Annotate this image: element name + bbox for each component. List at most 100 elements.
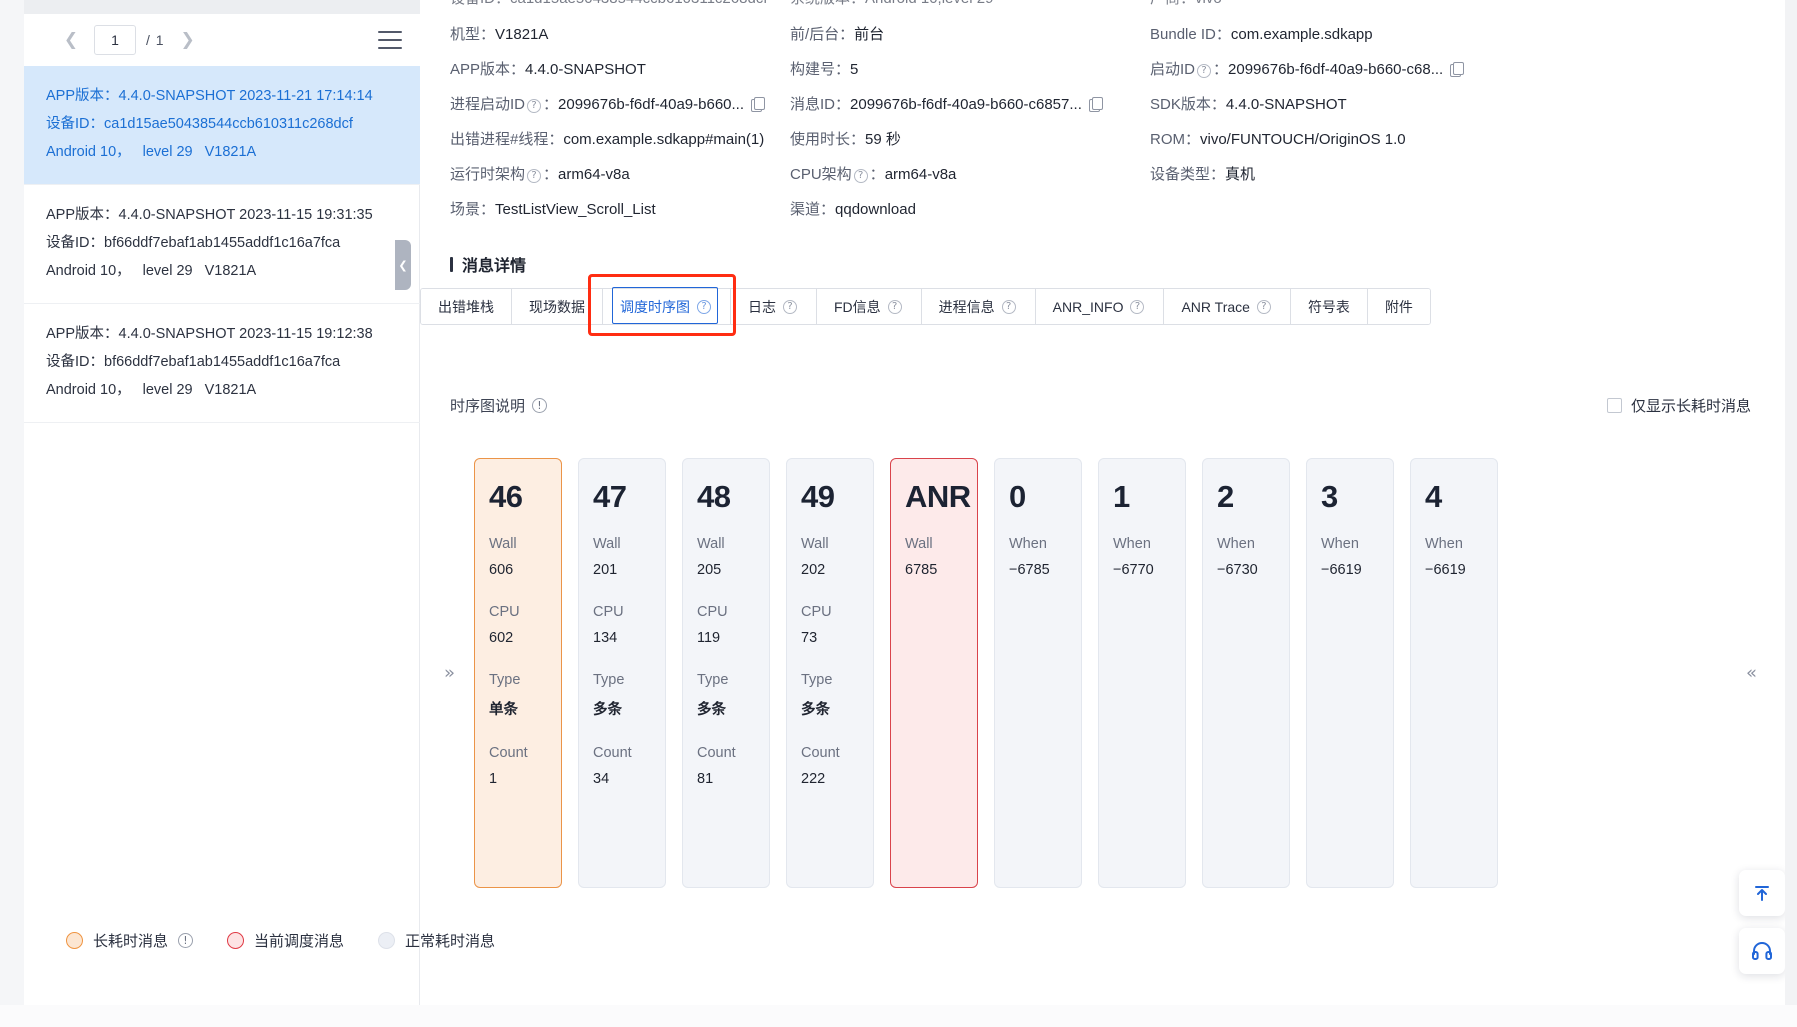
list-item-device-label: 设备ID：: [46, 354, 104, 370]
list-item[interactable]: APP版本：4.4.0-SNAPSHOT 2023-11-15 19:12:38…: [24, 304, 420, 423]
chevron-right-icon[interactable]: ❯: [175, 27, 201, 53]
help-circle-icon[interactable]: ?: [1197, 64, 1212, 78]
help-circle-icon[interactable]: ?: [1256, 299, 1271, 314]
page-number-input[interactable]: 1: [94, 25, 136, 55]
timeline-card[interactable]: 47 Wall 201 CPU 134 Type 多条 Count 34: [578, 458, 666, 888]
timeline-cards-scroll[interactable]: 46 Wall 606 CPU 602 Type 单条 Count 1 47 W…: [474, 458, 1719, 888]
list-item[interactable]: APP版本：4.4.0-SNAPSHOT 2023-11-15 19:31:35…: [24, 185, 420, 304]
field-value-type: 多条: [801, 702, 830, 718]
page-total-value: 1: [155, 32, 165, 48]
timeline-card[interactable]: 4 When −6619: [1410, 458, 1498, 888]
meta-usage-duration-label: 使用时长：: [790, 131, 866, 148]
timeline-card-id: 2: [1217, 479, 1234, 514]
timeline-explain-link[interactable]: 时序图说明 !: [450, 395, 548, 416]
meta-message-id-value: 2099676b-f6df-40a9-b660-c6857...: [850, 96, 1082, 113]
tab-fd-info[interactable]: FD信息?: [817, 289, 922, 324]
list-item-os: Android 10，: [46, 144, 131, 160]
tab-label: ANR_INFO: [1052, 298, 1124, 315]
tab-log[interactable]: 日志?: [731, 289, 817, 324]
timeline-explain-label: 时序图说明: [450, 397, 526, 415]
chevron-left-icon: ❮: [398, 258, 408, 272]
copy-icon[interactable]: [1450, 62, 1465, 77]
double-chevron-left-icon[interactable]: «: [1746, 663, 1757, 684]
meta-clipped-vendor: 厂商：vivo: [1150, 0, 1222, 8]
list-item[interactable]: APP版本：4.4.0-SNAPSHOT 2023-11-21 17:14:14…: [24, 66, 420, 185]
checkbox-box[interactable]: [1606, 397, 1622, 413]
list-menu-icon[interactable]: [378, 31, 402, 49]
timeline-card[interactable]: 3 When −6619: [1306, 458, 1394, 888]
meta-build-number-label: 构建号：: [790, 61, 851, 78]
field-label-cpu: CPU: [801, 604, 832, 620]
info-circle-icon[interactable]: !: [532, 397, 548, 413]
info-circle-icon[interactable]: !: [178, 933, 194, 948]
list-item-app-line: APP版本：4.4.0-SNAPSHOT 2023-11-21 17:14:14: [46, 82, 398, 110]
meta-foreground: 前/后台：前台: [790, 23, 1150, 44]
tab-symbol-table[interactable]: 符号表: [1290, 289, 1368, 324]
timeline-card[interactable]: 0 When −6785: [994, 458, 1082, 888]
list-item-os-line: Android 10， level 29 V1821A: [46, 257, 398, 285]
field-label-when: When: [1321, 536, 1359, 552]
meta-error-process-thread: 出错进程#线程：com.example.sdkapp#main(1): [450, 128, 790, 149]
timeline-toolbar: 时序图说明 ! 仅显示长耗时消息: [450, 392, 1751, 418]
copy-icon[interactable]: [751, 97, 766, 112]
meta-launch-id-value: 2099676b-f6df-40a9-b660-c68...: [1228, 61, 1444, 78]
meta-row: 运行时架构? ：arm64-v8a CPU架构? ：arm64-v8a 设备类型：真…: [450, 156, 1767, 191]
meta-channel: 渠道：qqdownload: [790, 198, 1150, 219]
timeline-card[interactable]: 48 Wall 205 CPU 119 Type 多条 Count 81: [682, 458, 770, 888]
help-circle-icon[interactable]: ?: [887, 299, 902, 314]
meta-bundle-id-label: Bundle ID：: [1150, 26, 1231, 43]
tab-error-stack[interactable]: 出错堆栈: [421, 289, 512, 324]
help-circle-icon[interactable]: ?: [527, 99, 542, 113]
meta-cpu-arch-sep: ：: [869, 166, 885, 183]
timeline-card[interactable]: 2 When −6730: [1202, 458, 1290, 888]
bottom-edge-strip: [0, 1005, 1797, 1027]
list-item-device-label: 设备ID：: [46, 235, 104, 251]
help-circle-icon[interactable]: ?: [697, 299, 711, 314]
help-circle-icon[interactable]: ?: [853, 169, 868, 183]
meta-scene-label: 场景：: [450, 201, 496, 218]
legend-label: 当前调度消息: [254, 933, 345, 950]
tab-process-info[interactable]: 进程信息?: [921, 289, 1036, 324]
double-chevron-right-icon[interactable]: »: [444, 663, 455, 684]
timeline-card-anr[interactable]: ANR Wall 6785: [890, 458, 978, 888]
timeline-card-id: 48: [697, 479, 731, 514]
help-circle-icon[interactable]: ?: [1001, 299, 1016, 314]
only-long-messages-checkbox[interactable]: 仅显示长耗时消息: [1606, 395, 1751, 416]
meta-scene: 场景：TestListView_Scroll_List: [450, 198, 790, 219]
legend-dot-grey-icon: [378, 932, 396, 949]
tab-anr-info[interactable]: ANR_INFO?: [1035, 289, 1165, 324]
tab-attachment[interactable]: 附件: [1367, 289, 1430, 324]
timeline-card[interactable]: 1 When −6770: [1098, 458, 1186, 888]
field-label-type: Type: [593, 672, 625, 688]
field-label-count: Count: [593, 745, 632, 761]
tab-schedule-timeline[interactable]: 调度时序图?: [603, 289, 731, 324]
scroll-to-top-button[interactable]: [1739, 870, 1785, 916]
meta-sdk-version-value: 4.4.0-SNAPSHOT: [1225, 96, 1347, 113]
support-button[interactable]: [1739, 928, 1785, 974]
field-label-count: Count: [489, 745, 528, 761]
tab-anr-trace[interactable]: ANR Trace?: [1164, 289, 1291, 324]
timeline-card[interactable]: 49 Wall 202 CPU 73 Type 多条 Count 222: [786, 458, 874, 888]
sidebar-collapse-handle[interactable]: ❮: [395, 240, 411, 290]
help-circle-icon[interactable]: ?: [1130, 299, 1145, 314]
tab-label: 进程信息: [938, 298, 995, 315]
chevron-left-icon[interactable]: ❮: [58, 27, 84, 53]
meta-row-clipped: 设备ID：ca1d15ae50438544ccb610311c268dcf 系统…: [420, 0, 1797, 16]
meta-model: 机型：V1821A: [450, 23, 790, 44]
tab-scene-data[interactable]: 现场数据: [512, 289, 603, 324]
legend-dot-orange-icon: [66, 932, 83, 949]
meta-app-version-value: 4.4.0-SNAPSHOT: [525, 61, 646, 78]
field-value-type: 多条: [593, 702, 622, 718]
field-label-wall: Wall: [593, 536, 621, 552]
help-circle-icon[interactable]: ?: [527, 169, 542, 183]
meta-clipped-device: 设备ID：ca1d15ae50438544ccb610311c268dcf: [450, 0, 790, 8]
timeline-cards-area: » 46 Wall 606 CPU 602 Type 单条 Count 1 47…: [444, 458, 1779, 888]
timeline-card[interactable]: 46 Wall 606 CPU 602 Type 单条 Count 1: [474, 458, 562, 888]
copy-icon[interactable]: [1088, 97, 1103, 112]
legend-item-current: 当前调度消息: [227, 930, 344, 951]
meta-process-launch-id-value: 2099676b-f6df-40a9-b660...: [558, 96, 745, 113]
meta-app-version: APP版本：4.4.0-SNAPSHOT: [450, 58, 790, 79]
meta-message-id: 消息ID：2099676b-f6df-40a9-b660-c6857...: [790, 93, 1150, 114]
timeline-card-id: ANR: [905, 479, 971, 514]
help-circle-icon[interactable]: ?: [783, 299, 797, 314]
